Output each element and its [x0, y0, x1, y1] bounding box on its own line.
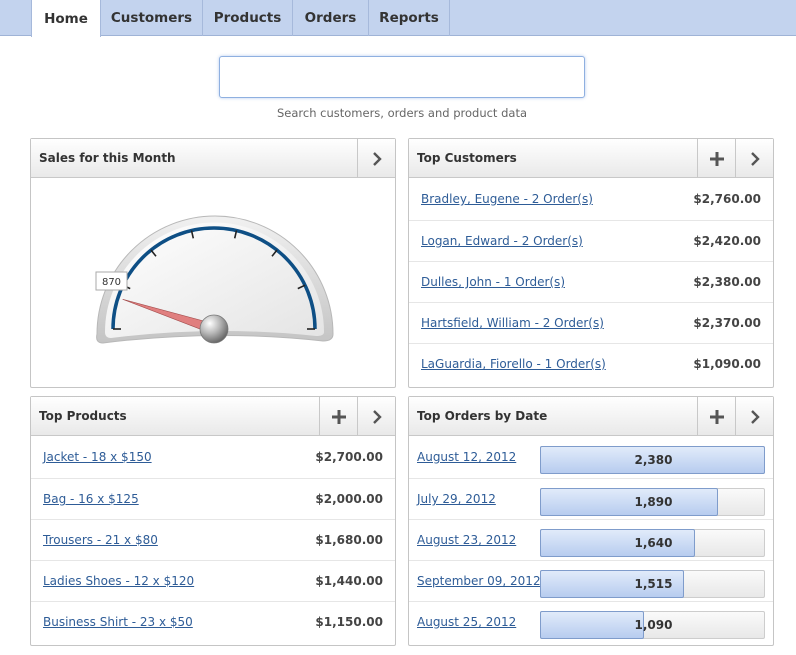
order-row: July 29, 2012 1,890	[409, 478, 773, 519]
top-nav: Home Customers Products Orders Reports	[0, 0, 796, 37]
sales-expand-button[interactable]	[357, 139, 395, 178]
customer-row: Dulles, John - 1 Order(s) $2,380.00	[409, 261, 773, 302]
sales-panel-header: Sales for this Month	[31, 139, 395, 178]
plus-icon	[709, 151, 724, 166]
sales-panel: Sales for this Month 870	[30, 138, 396, 388]
tab-home[interactable]: Home	[31, 0, 101, 37]
order-bar-value: 1,640	[634, 536, 673, 550]
plus-icon	[709, 409, 724, 424]
order-row: September 09, 2012 1,515	[409, 560, 773, 601]
top-customers-add-button[interactable]	[697, 139, 735, 178]
order-row: August 25, 2012 1,090	[409, 601, 773, 642]
order-date-link[interactable]: September 09, 2012	[417, 561, 541, 601]
product-row: Trousers - 21 x $80 $1,680.00	[31, 519, 395, 560]
top-customers-title: Top Customers	[417, 151, 517, 165]
order-bar-track: 1,515	[540, 570, 765, 598]
customer-amount: $2,760.00	[693, 192, 761, 206]
customer-link[interactable]: Logan, Edward - 2 Order(s)	[421, 221, 583, 261]
chevron-right-icon	[750, 151, 760, 166]
order-date-link[interactable]: July 29, 2012	[417, 479, 496, 519]
gauge-pivot	[199, 314, 229, 344]
customer-amount: $2,380.00	[693, 275, 761, 289]
order-date-link[interactable]: August 12, 2012	[417, 437, 516, 477]
product-row: Ladies Shoes - 12 x $120 $1,440.00	[31, 560, 395, 601]
product-amount: $1,150.00	[315, 615, 383, 629]
top-products-panel: Top Products Jacket - 18 x $150 $2,700.0…	[30, 396, 396, 646]
order-bar-value: 2,380	[634, 453, 673, 467]
customer-amount: $2,370.00	[693, 316, 761, 330]
plus-icon	[331, 409, 346, 424]
search-input[interactable]	[219, 56, 585, 98]
tab-reports[interactable]: Reports	[369, 0, 450, 36]
product-link[interactable]: Ladies Shoes - 12 x $120	[43, 561, 194, 601]
top-customers-header: Top Customers	[409, 139, 773, 178]
order-bar-value: 1,515	[634, 577, 673, 591]
customer-row: Logan, Edward - 2 Order(s) $2,420.00	[409, 220, 773, 261]
chevron-right-icon	[750, 409, 760, 424]
sales-panel-title: Sales for this Month	[39, 151, 176, 165]
tab-orders[interactable]: Orders	[293, 0, 369, 36]
search-hint: Search customers, orders and product dat…	[276, 106, 527, 120]
customer-row: Hartsfield, William - 2 Order(s) $2,370.…	[409, 302, 773, 343]
customer-row: Bradley, Eugene - 2 Order(s) $2,760.00	[409, 179, 773, 220]
chevron-right-icon	[372, 151, 382, 166]
order-bar-track: 1,640	[540, 529, 765, 557]
top-products-title: Top Products	[39, 409, 127, 423]
customer-amount: $1,090.00	[693, 357, 761, 371]
product-link[interactable]: Bag - 16 x $125	[43, 479, 139, 519]
order-row: August 23, 2012 1,640	[409, 519, 773, 560]
tab-customers[interactable]: Customers	[101, 0, 203, 36]
product-amount: $2,700.00	[315, 450, 383, 464]
customer-link[interactable]: Dulles, John - 1 Order(s)	[421, 262, 565, 302]
product-link[interactable]: Trousers - 21 x $80	[43, 520, 158, 560]
top-products-header: Top Products	[31, 397, 395, 436]
gauge-value-label: 870	[102, 277, 121, 288]
order-bar-track: 2,380	[540, 446, 765, 474]
gauge-value-badge: 870	[95, 271, 128, 291]
product-row: Jacket - 18 x $150 $2,700.00	[31, 437, 395, 478]
top-customers-panel: Top Customers Bradley, Eugene - 2 Order(…	[408, 138, 774, 388]
product-row: Business Shirt - 23 x $50 $1,150.00	[31, 601, 395, 642]
product-amount: $1,440.00	[315, 574, 383, 588]
top-orders-header: Top Orders by Date	[409, 397, 773, 436]
order-date-link[interactable]: August 23, 2012	[417, 520, 516, 560]
top-orders-expand-button[interactable]	[735, 397, 773, 436]
top-customers-expand-button[interactable]	[735, 139, 773, 178]
product-link[interactable]: Business Shirt - 23 x $50	[43, 602, 193, 642]
product-amount: $2,000.00	[315, 492, 383, 506]
top-products-add-button[interactable]	[319, 397, 357, 436]
order-bar-track: 1,090	[540, 611, 765, 639]
order-bar-track: 1,890	[540, 488, 765, 516]
tab-products[interactable]: Products	[203, 0, 293, 36]
order-date-link[interactable]: August 25, 2012	[417, 602, 516, 642]
customer-amount: $2,420.00	[693, 234, 761, 248]
product-amount: $1,680.00	[315, 533, 383, 547]
order-bar-value: 1,090	[634, 618, 673, 632]
product-link[interactable]: Jacket - 18 x $150	[43, 437, 152, 477]
chevron-right-icon	[372, 409, 382, 424]
customer-link[interactable]: Bradley, Eugene - 2 Order(s)	[421, 179, 593, 219]
order-row: August 12, 2012 2,380	[409, 437, 773, 478]
sales-gauge: 870	[95, 215, 334, 344]
customer-link[interactable]: LaGuardia, Fiorello - 1 Order(s)	[421, 344, 606, 384]
customer-link[interactable]: Hartsfield, William - 2 Order(s)	[421, 303, 604, 343]
top-orders-add-button[interactable]	[697, 397, 735, 436]
order-bar-value: 1,890	[634, 495, 673, 509]
product-row: Bag - 16 x $125 $2,000.00	[31, 478, 395, 519]
top-orders-title: Top Orders by Date	[417, 409, 548, 423]
customer-row: LaGuardia, Fiorello - 1 Order(s) $1,090.…	[409, 343, 773, 384]
top-products-expand-button[interactable]	[357, 397, 395, 436]
top-orders-panel: Top Orders by Date August 12, 2012 2,380…	[408, 396, 774, 646]
